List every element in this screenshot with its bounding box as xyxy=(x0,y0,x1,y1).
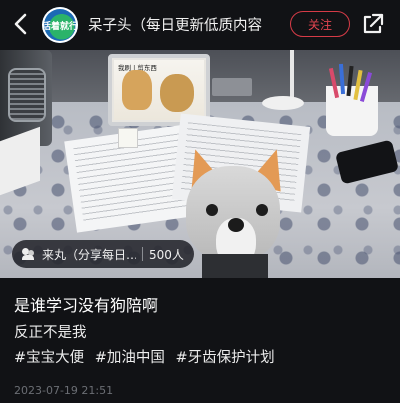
dog-head xyxy=(186,166,280,266)
toy-dog xyxy=(180,144,291,278)
username[interactable]: 呆子头（每日更新低质内容 xyxy=(88,14,266,36)
eraser xyxy=(118,128,138,148)
fan-grill xyxy=(8,68,46,122)
hashtag-link[interactable]: #牙齿保护计划 xyxy=(176,350,275,366)
dog-nose xyxy=(228,218,244,232)
hashtag-link[interactable]: #加油中国 xyxy=(95,350,165,366)
post-image[interactable]: 我刷 | 剪东西 来丸（分享每日… 500人 xyxy=(0,50,400,278)
meme-dog-right xyxy=(160,74,194,112)
avatar-text: 活着就行 xyxy=(42,21,79,32)
keyboard xyxy=(212,78,252,96)
follow-button[interactable]: 关注 xyxy=(290,11,350,37)
dog-eye-left xyxy=(206,204,218,216)
tablet-screen: 我刷 | 剪东西 xyxy=(114,60,204,120)
group-name: 来丸（分享每日… xyxy=(42,247,136,262)
post-tags: #宝宝大便 #加油中国 #牙齿保护计划 xyxy=(14,346,394,367)
hashtag-link[interactable]: #宝宝大便 xyxy=(14,350,84,366)
post-date: 2023-07-19 21:51 xyxy=(14,384,114,397)
avatar[interactable]: 活着就行 xyxy=(42,7,78,43)
dog-eye-right xyxy=(256,204,268,216)
pill-divider xyxy=(142,247,143,261)
post-title: 是谁学习没有狗陪啊 xyxy=(14,296,159,315)
group-users-icon xyxy=(22,248,36,260)
dog-body xyxy=(202,254,268,278)
member-count: 500人 xyxy=(149,247,184,262)
lamp-base xyxy=(262,96,304,110)
pen-cup xyxy=(326,63,378,136)
post-body: 反正不是我 xyxy=(14,325,87,341)
share-icon[interactable] xyxy=(362,13,384,35)
meme-dog-left xyxy=(122,70,152,110)
top-bar: 活着就行 呆子头（每日更新低质内容 关注 xyxy=(0,0,400,50)
group-chat-pill[interactable]: 来丸（分享每日… 500人 xyxy=(12,240,194,268)
back-arrow-icon[interactable] xyxy=(10,12,32,36)
